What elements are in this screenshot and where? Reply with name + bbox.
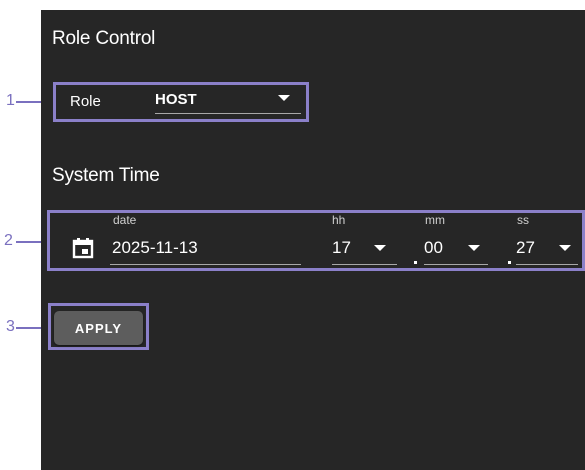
second-value: 27 [516,238,535,257]
calendar-icon[interactable] [72,237,94,259]
minute-second-separator [508,261,511,264]
minute-underline [424,264,488,265]
hour-dropdown-icon [374,245,386,251]
role-select[interactable]: HOST [155,86,301,116]
hour-minute-separator [414,261,417,264]
minute-select[interactable]: mm 00 [424,213,488,266]
date-field[interactable]: date 2025-11-13 [110,213,301,266]
role-select-value: HOST [155,91,197,108]
minute-dropdown-icon [468,245,480,251]
date-value: 2025-11-13 [112,238,198,257]
date-underline [110,264,301,265]
second-label: ss [517,213,529,227]
system-time-title: System Time [52,165,160,186]
callout-1-number: 1 [6,92,15,109]
role-dropdown-icon [278,95,290,101]
second-dropdown-icon [559,245,571,251]
hour-label: hh [332,213,346,227]
role-select-underline [155,113,301,114]
hour-value: 17 [332,238,351,257]
minute-label: mm [425,213,445,227]
second-select[interactable]: ss 27 [516,213,578,266]
callout-3-number: 3 [6,318,15,335]
callout-2-number: 2 [4,232,13,249]
date-label: date [113,213,137,227]
apply-button[interactable]: APPLY [54,311,143,345]
hour-underline [332,264,397,265]
role-label: Role [70,93,101,110]
minute-value: 00 [424,238,443,257]
second-underline [516,264,578,265]
hour-select[interactable]: hh 17 [332,213,397,266]
role-control-title: Role Control [52,28,156,49]
